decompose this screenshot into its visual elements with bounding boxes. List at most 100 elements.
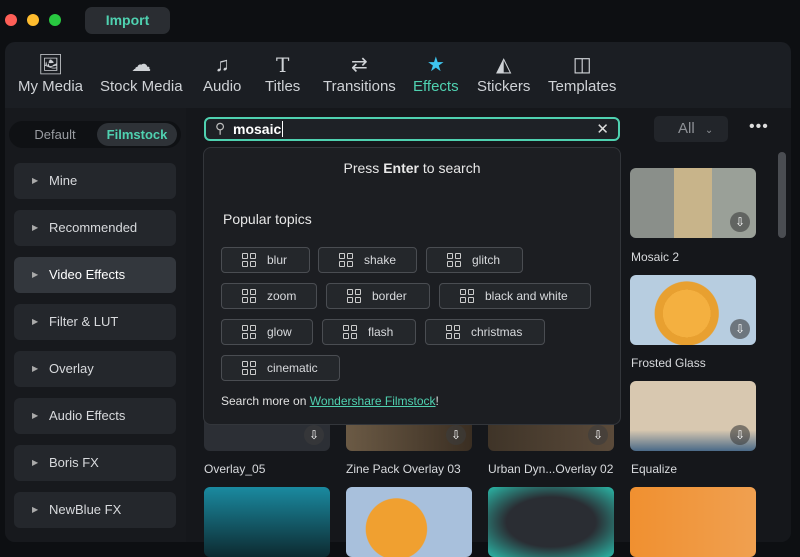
topic-border[interactable]: border bbox=[326, 283, 430, 309]
sidebar-item-boris-fx[interactable]: ▶ Boris FX bbox=[14, 445, 176, 481]
popular-topics-title: Popular topics bbox=[223, 211, 312, 227]
download-icon[interactable]: ⇩ bbox=[304, 425, 324, 445]
tab-label: Titles bbox=[265, 78, 301, 95]
minimize-window-button[interactable] bbox=[27, 14, 39, 26]
caret-right-icon: ▶ bbox=[32, 223, 39, 232]
chevron-down-icon: ⌄ bbox=[704, 125, 714, 136]
grid-icon bbox=[447, 253, 461, 267]
download-icon[interactable]: ⇩ bbox=[730, 319, 750, 339]
sidebar-item-label: Recommended bbox=[49, 220, 138, 235]
sidebar-item-audio-effects[interactable]: ▶ Audio Effects bbox=[14, 398, 176, 434]
tab-transitions[interactable]: ⇄ Transitions bbox=[323, 52, 396, 95]
search-field[interactable]: ⚲ mosaic ✕ bbox=[204, 117, 620, 141]
topic-zoom[interactable]: zoom bbox=[221, 283, 317, 309]
effect-card-equalize[interactable]: ⇩ bbox=[630, 381, 756, 451]
layout-icon: ◫ bbox=[572, 54, 592, 76]
caret-right-icon: ▶ bbox=[32, 411, 39, 420]
grid-icon bbox=[242, 289, 256, 303]
effect-card[interactable] bbox=[204, 487, 330, 557]
tab-effects[interactable]: ★ Effects bbox=[413, 52, 459, 95]
grid-icon bbox=[460, 289, 474, 303]
search-input[interactable]: mosaic bbox=[233, 121, 284, 137]
caret-right-icon: ▶ bbox=[32, 270, 39, 279]
filmstock-toggle[interactable]: Filmstock bbox=[97, 123, 177, 146]
grid-icon bbox=[242, 253, 256, 267]
card-title: Frosted Glass bbox=[631, 356, 706, 370]
topic-glitch[interactable]: glitch bbox=[426, 247, 523, 273]
caret-right-icon: ▶ bbox=[32, 317, 39, 326]
tab-label: Stickers bbox=[477, 78, 531, 95]
download-icon[interactable]: ⇩ bbox=[588, 425, 608, 445]
sidebar-item-label: Mine bbox=[49, 173, 78, 188]
music-note-icon: ♫ bbox=[214, 54, 230, 76]
sidebar-item-mine[interactable]: ▶ Mine bbox=[14, 163, 176, 199]
sidebar-item-newblue-fx[interactable]: ▶ NewBlue FX bbox=[14, 492, 176, 528]
image-icon: 🖼 bbox=[37, 54, 64, 76]
sidebar-item-video-effects[interactable]: ▶ Video Effects bbox=[14, 257, 176, 293]
effect-card-frosted-glass[interactable]: ⇩ bbox=[630, 275, 756, 345]
filter-dropdown[interactable]: All ⌄ bbox=[654, 116, 728, 142]
effect-card[interactable] bbox=[630, 487, 756, 557]
sidebar-item-recommended[interactable]: ▶ Recommended bbox=[14, 210, 176, 246]
search-suggestions-popup: Press Enter to search Popular topics blu… bbox=[203, 147, 621, 425]
tab-my-media[interactable]: 🖼 My Media bbox=[18, 52, 83, 95]
maximize-window-button[interactable] bbox=[49, 14, 61, 26]
card-title: Zine Pack Overlay 03 bbox=[346, 462, 461, 476]
topic-flash[interactable]: flash bbox=[322, 319, 416, 345]
effect-card[interactable] bbox=[346, 487, 472, 557]
topic-blur[interactable]: blur bbox=[221, 247, 310, 273]
topic-shake[interactable]: shake bbox=[318, 247, 417, 273]
grid-icon bbox=[347, 289, 361, 303]
caret-right-icon: ▶ bbox=[32, 176, 39, 185]
filter-value: All bbox=[678, 120, 695, 137]
sidebar-item-label: Video Effects bbox=[49, 267, 126, 282]
tab-label: Stock Media bbox=[100, 78, 183, 95]
tab-stickers[interactable]: ◭ Stickers bbox=[477, 52, 530, 95]
sticker-icon: ◭ bbox=[495, 54, 512, 76]
cloud-folder-icon: ☁ bbox=[131, 54, 152, 76]
library-toggle: Default Filmstock bbox=[9, 121, 181, 148]
sidebar-item-label: Overlay bbox=[49, 361, 94, 376]
tab-templates[interactable]: ◫ Templates bbox=[548, 52, 616, 95]
topic-cinematic[interactable]: cinematic bbox=[221, 355, 340, 381]
star-wand-icon: ★ bbox=[426, 54, 445, 76]
default-toggle[interactable]: Default bbox=[13, 123, 97, 146]
caret-right-icon: ▶ bbox=[32, 364, 39, 373]
tab-label: Audio bbox=[203, 78, 242, 95]
download-icon[interactable]: ⇩ bbox=[730, 212, 750, 232]
download-icon[interactable]: ⇩ bbox=[730, 425, 750, 445]
grid-icon bbox=[343, 325, 357, 339]
caret-right-icon: ▶ bbox=[32, 505, 39, 514]
grid-icon bbox=[242, 361, 256, 375]
tab-label: Templates bbox=[548, 78, 617, 95]
sidebar-item-overlay[interactable]: ▶ Overlay bbox=[14, 351, 176, 387]
more-options-icon[interactable]: ••• bbox=[749, 118, 769, 136]
tab-label: Transitions bbox=[323, 78, 396, 95]
import-button[interactable]: Import bbox=[85, 7, 170, 34]
topic-glow[interactable]: glow bbox=[221, 319, 313, 345]
filmstock-link[interactable]: Wondershare Filmstock bbox=[310, 394, 436, 408]
scrollbar[interactable] bbox=[778, 152, 786, 238]
tab-stock-media[interactable]: ☁ Stock Media bbox=[100, 52, 183, 95]
clear-search-icon[interactable]: ✕ bbox=[596, 120, 609, 138]
card-title: Equalize bbox=[631, 462, 678, 476]
topic-black-and-white[interactable]: black and white bbox=[439, 283, 591, 309]
effect-card-mosaic-2[interactable]: ⇩ bbox=[630, 168, 756, 238]
caret-right-icon: ▶ bbox=[32, 458, 39, 467]
grid-icon bbox=[446, 325, 460, 339]
sidebar-item-label: Filter & LUT bbox=[49, 314, 119, 329]
card-title: Urban Dyn...Overlay 02 bbox=[488, 462, 614, 476]
tab-titles[interactable]: T Titles bbox=[265, 52, 300, 95]
effect-card[interactable] bbox=[488, 487, 614, 557]
transition-icon: ⇄ bbox=[351, 54, 368, 76]
sidebar: Default Filmstock ▶ Mine ▶ Recommended ▶ Vi… bbox=[5, 108, 186, 542]
tab-audio[interactable]: ♫ Audio bbox=[203, 52, 241, 95]
sidebar-item-label: NewBlue FX bbox=[49, 502, 122, 517]
card-title: Mosaic 2 bbox=[631, 250, 680, 264]
close-window-button[interactable] bbox=[5, 14, 17, 26]
download-icon[interactable]: ⇩ bbox=[446, 425, 466, 445]
press-enter-hint: Press Enter to search bbox=[343, 160, 481, 176]
search-icon: ⚲ bbox=[215, 120, 226, 136]
sidebar-item-filter-lut[interactable]: ▶ Filter & LUT bbox=[14, 304, 176, 340]
topic-christmas[interactable]: christmas bbox=[425, 319, 545, 345]
